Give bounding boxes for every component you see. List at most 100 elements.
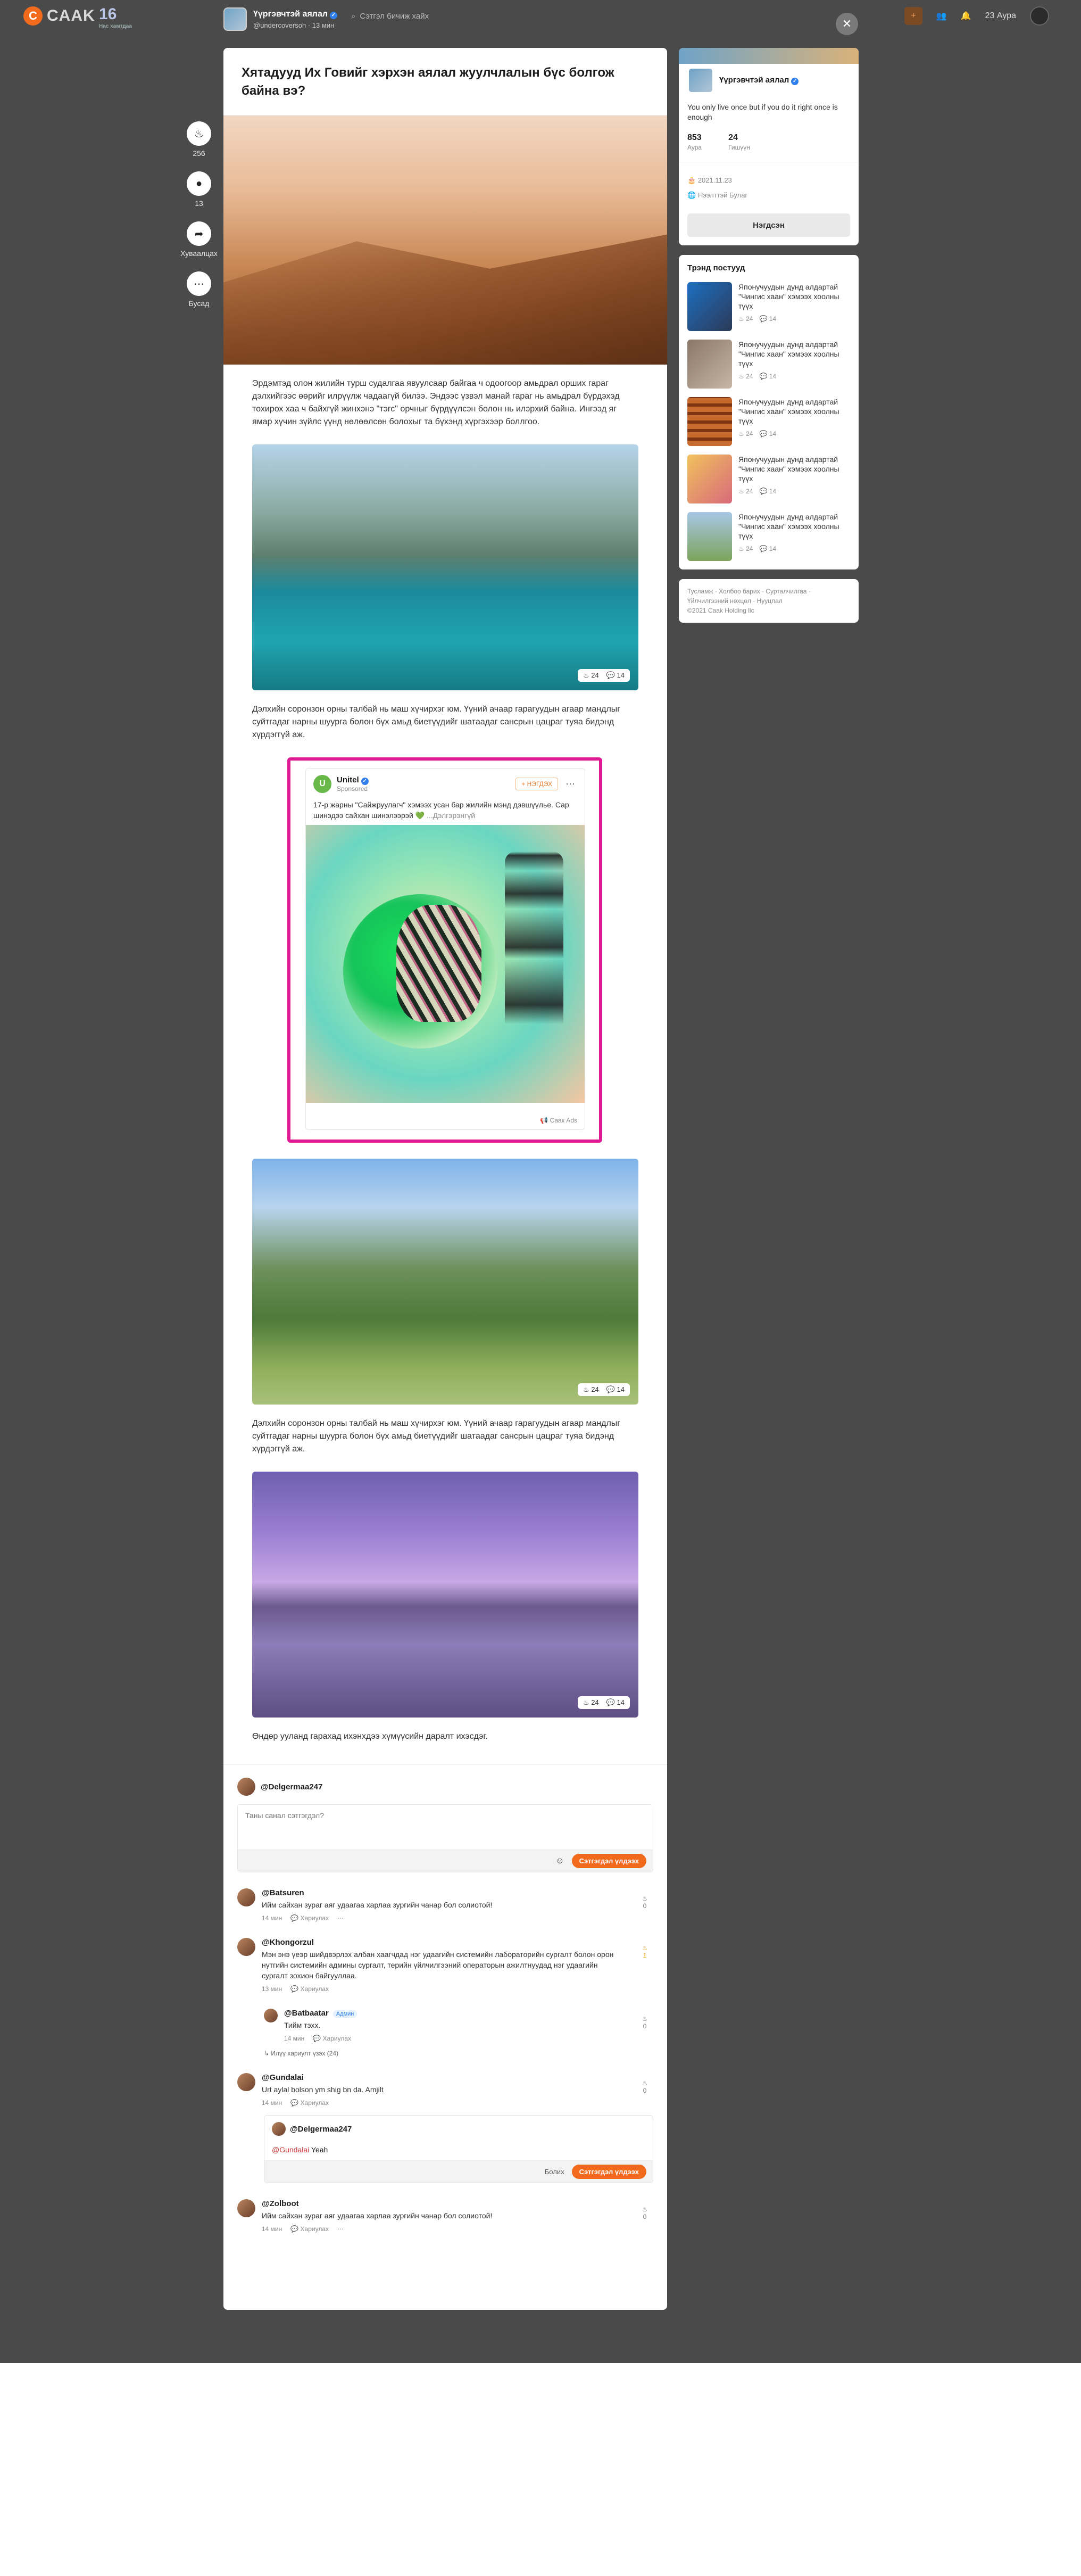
image-like-icon[interactable]: ♨ 24: [583, 1698, 599, 1707]
ad-artwork[interactable]: [306, 825, 585, 1103]
trending-item[interactable]: Японучуудын дунд алдартай "Чингис хаан" …: [679, 335, 859, 393]
ad-follow-label: НЭГДЭХ: [527, 780, 552, 788]
comment-time: 14 мин: [262, 1914, 282, 1922]
image-comment-icon[interactable]: 💬 14: [606, 671, 625, 680]
ad-brand-row[interactable]: Unitel ✓: [337, 775, 369, 785]
like-icon: ♨ 24: [738, 545, 753, 552]
reply-link[interactable]: 💬 Хариулах: [290, 1985, 329, 1993]
author-username[interactable]: @undercoversoh: [253, 21, 306, 29]
reply-link[interactable]: 💬 Хариулах: [290, 1914, 329, 1922]
search-placeholder: Сэтгэл бичиж хайх: [360, 12, 429, 21]
emoji-icon[interactable]: ☺: [555, 1856, 564, 1866]
article-paragraph: Өндөр ууланд гарахад ихэнхдээ хүмүүсийн …: [252, 1732, 488, 1741]
trend-comments: 14: [769, 315, 777, 323]
ad-follow-button[interactable]: + НЭГДЭХ: [515, 778, 558, 790]
ad-more-icon[interactable]: ⋯: [563, 779, 577, 790]
reply-link[interactable]: 💬 Хариулах: [290, 2099, 329, 2107]
reply-link[interactable]: 💬 Хариулах: [313, 2035, 351, 2042]
comment-like[interactable]: ♨ 0: [638, 2015, 651, 2030]
reply-input[interactable]: @Gundalai Yeah: [272, 2145, 645, 2154]
channel-avatar[interactable]: [223, 7, 247, 31]
users-icon[interactable]: 👥: [936, 11, 947, 21]
footer-links[interactable]: Тусламж · Холбоо барих · Сурталчилгаа · …: [687, 587, 850, 606]
like-icon-active: ♨: [642, 1944, 648, 1952]
search-bar[interactable]: ⌕ Сэтгэл бичиж хайх: [351, 12, 429, 21]
location-row: 🌐 Нээлттэй Булаг: [687, 188, 850, 203]
reply-item: @Batbaatar Админ Тийм тэхх. 14 мин 💬 Хари…: [264, 2009, 653, 2042]
joined-button[interactable]: Нэгдсэн: [687, 213, 850, 237]
like-icon: ♨: [642, 2015, 648, 2022]
like-action[interactable]: ♨ 256: [187, 121, 211, 158]
comment-author[interactable]: @Zolboot: [262, 2199, 621, 2208]
anniversary-number: 16: [99, 5, 117, 23]
avatar[interactable]: [237, 2073, 255, 2091]
channel-name: Үүргэвчтэй аялал: [253, 9, 328, 19]
comment-author[interactable]: @Batsuren: [262, 1888, 621, 1897]
comment-like[interactable]: ♨ 0: [638, 1895, 651, 1910]
caak-logo[interactable]: C CAAK: [23, 6, 95, 26]
channel-name-row[interactable]: Үүргэвчтэй аялал ✓: [719, 76, 799, 85]
reply-icon: 💬: [290, 2225, 301, 2233]
image-comments: 14: [617, 671, 625, 679]
desert-dune-shape: [223, 234, 667, 365]
ad-read-more[interactable]: ...Дэлгэрэнгүй: [427, 811, 475, 820]
channel-name-row[interactable]: Үүргэвчтэй аялал ✓: [253, 10, 337, 19]
image-like-icon[interactable]: ♨ 24: [583, 1385, 599, 1394]
lake-image[interactable]: ♨ 24 💬 14: [252, 444, 638, 690]
created-date-row: 🎂 2021.11.23: [687, 173, 850, 188]
notification-icon[interactable]: 🔔: [961, 11, 971, 21]
comment-action[interactable]: ● 13: [187, 171, 211, 208]
comment-author[interactable]: @Khongorzul: [262, 1938, 621, 1947]
trending-posts-card: Трэнд постууд Японучуудын дунд алдартай …: [679, 255, 859, 569]
reply-input-box: @Delgermaa247 @Gundalai Yeah Болих Сэтгэ…: [264, 2115, 653, 2183]
comment-more-icon[interactable]: ⋯: [337, 1914, 344, 1922]
verified-icon: ✓: [330, 11, 337, 19]
comment-like[interactable]: ♨ 0: [638, 2206, 651, 2220]
unitel-logo[interactable]: U: [313, 775, 331, 793]
comment-like-count: 0: [643, 1902, 647, 1910]
image-comment-icon[interactable]: 💬 14: [606, 1698, 625, 1707]
trending-stats: ♨ 24 💬 14: [738, 545, 850, 552]
trending-text: Японучуудын дунд алдартай "Чингис хаан" …: [738, 283, 839, 310]
aura-count: 853: [687, 133, 702, 142]
footer-card: Тусламж · Холбоо барих · Сурталчилгаа · …: [679, 579, 859, 623]
trending-item[interactable]: Японучуудын дунд алдартай "Чингис хаан" …: [679, 278, 859, 335]
avatar[interactable]: [237, 1938, 255, 1956]
comment-icon: ●: [187, 171, 211, 196]
lone-tree-image[interactable]: ♨ 24 💬 14: [252, 1472, 638, 1718]
trend-comments: 14: [769, 488, 777, 495]
trending-item[interactable]: Японучуудын дунд алдартай "Чингис хаан" …: [679, 393, 859, 450]
trending-stats: ♨ 24 💬 14: [738, 373, 850, 380]
more-replies-link[interactable]: ↳ Илүү хариулт үзэх (24): [264, 2050, 653, 2057]
user-avatar[interactable]: [1030, 6, 1049, 26]
more-action[interactable]: ⋯ Бусад: [187, 271, 211, 308]
submit-reply-button[interactable]: Сэтгэгдэл үлдээх: [571, 2165, 646, 2179]
avatar[interactable]: [264, 2009, 278, 2022]
trending-item[interactable]: Японучуудын дунд алдартай "Чингис хаан" …: [679, 508, 859, 569]
hiker-image[interactable]: ♨ 24 💬 14: [252, 1159, 638, 1405]
add-post-button[interactable]: +: [904, 7, 922, 25]
channel-bio: You only live once but if you do it righ…: [687, 103, 838, 121]
channel-avatar[interactable]: [687, 67, 714, 94]
channel-profile-card: Үүргэвчтэй аялал ✓ You only live once but…: [679, 48, 859, 245]
avatar[interactable]: [237, 1888, 255, 1906]
reply-link[interactable]: 💬 Хариулах: [290, 2225, 329, 2233]
share-action[interactable]: ➦ Хуваалцах: [180, 221, 218, 258]
avatar[interactable]: [237, 2199, 255, 2217]
trending-item[interactable]: Японучуудын дунд алдартай "Чингис хаан" …: [679, 450, 859, 508]
comment-item: @Batsuren Ийм сайхан зураг аяг удаагаа х…: [237, 1888, 653, 1922]
image-like-icon[interactable]: ♨ 24: [583, 671, 599, 680]
ad-brand: Unitel: [337, 775, 359, 785]
comment-author[interactable]: @Batbaatar: [284, 2009, 329, 2018]
comment-like[interactable]: ♨ 1: [638, 1944, 651, 1959]
comment-more-icon[interactable]: ⋯: [337, 2225, 344, 2233]
comment-input[interactable]: [238, 1805, 653, 1851]
submit-comment-button[interactable]: Сэтгэгдэл үлдээх: [571, 1854, 646, 1868]
member-count: 24: [728, 133, 738, 142]
sponsored-ad-card[interactable]: U Unitel ✓ Sponsored + НЭГДЭХ ⋯ 17-р жарн…: [305, 768, 585, 1130]
cancel-reply-button[interactable]: Болих: [545, 2168, 564, 2176]
comment-like[interactable]: ♨ 0: [638, 2079, 651, 2094]
close-button[interactable]: ✕: [836, 13, 858, 35]
image-comment-icon[interactable]: 💬 14: [606, 1385, 625, 1394]
comment-author[interactable]: @Gundalai: [262, 2073, 621, 2082]
